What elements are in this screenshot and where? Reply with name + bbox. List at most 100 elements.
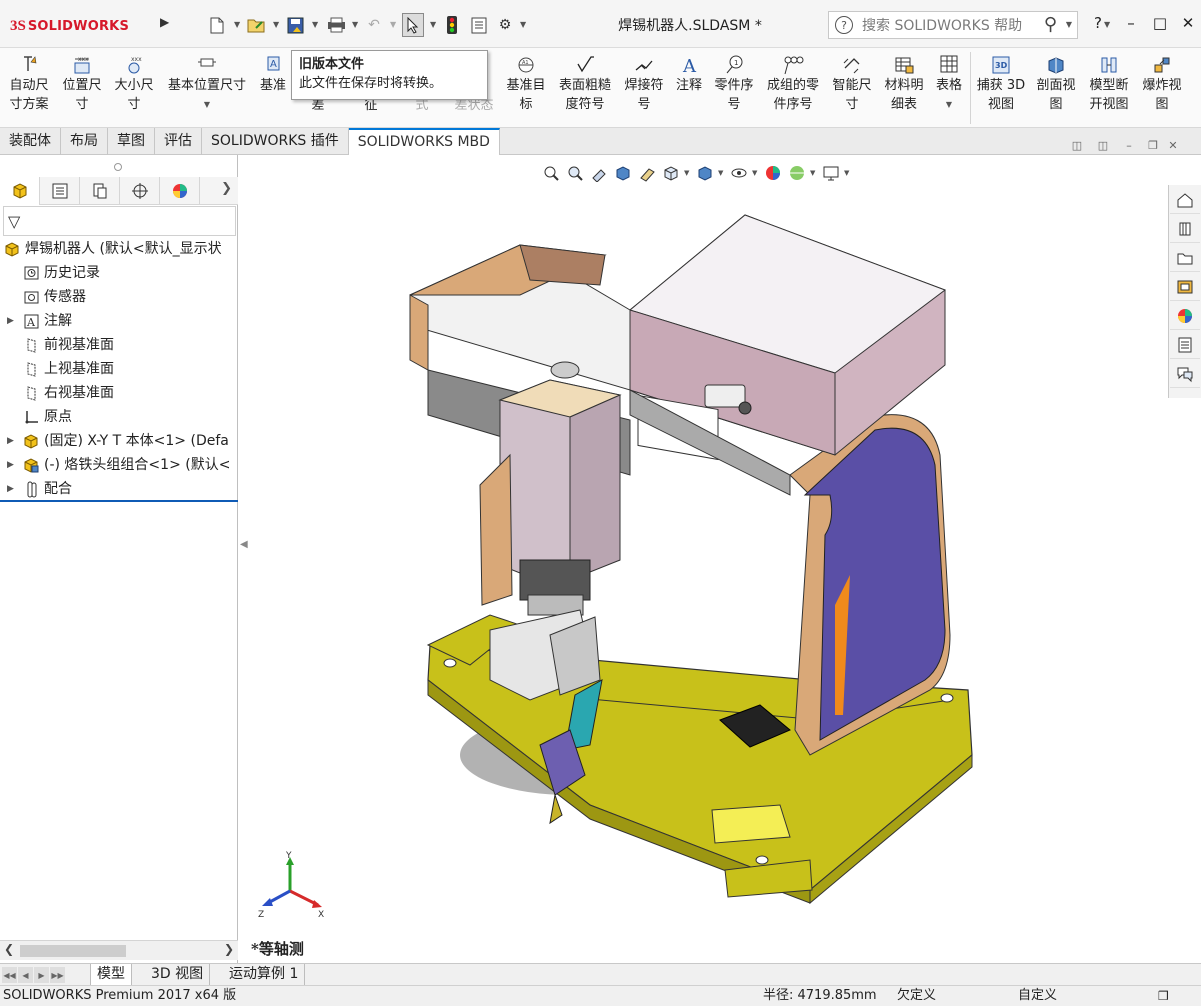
dimxpert-manager-tab-icon[interactable] (120, 177, 160, 205)
display-manager-tab-icon[interactable] (160, 177, 200, 205)
forum-icon[interactable] (1170, 360, 1200, 388)
configuration-manager-tab-icon[interactable] (80, 177, 120, 205)
select-caret-icon[interactable]: ▼ (430, 20, 436, 29)
search-icon[interactable]: ⚲ (1044, 14, 1057, 35)
tab-layout[interactable]: 布局 (61, 128, 108, 155)
tab-3d-views[interactable]: 3D 视图 (145, 964, 211, 986)
section-view-button[interactable]: 剖面视图 (1032, 54, 1080, 124)
filter-icon[interactable]: ▽ (8, 212, 20, 231)
tab-addins[interactable]: SOLIDWORKS 插件 (202, 128, 349, 155)
solder-robot-3d-model[interactable] (250, 155, 1166, 963)
tree-filter-box[interactable]: ▽ (3, 206, 236, 236)
first-tab-icon[interactable]: ◀◀ (2, 967, 17, 983)
tab-mbd[interactable]: SOLIDWORKS MBD (348, 128, 500, 155)
splitter-collapse-icon[interactable]: ◀ (240, 539, 248, 550)
tab-assembly[interactable]: 装配体 (0, 128, 61, 155)
help-search-input[interactable]: 搜索 SOLIDWORKS 帮助 (862, 15, 1022, 35)
model-break-view-button[interactable]: 模型断 开视图 (1084, 54, 1134, 124)
next-tab-icon[interactable]: ▶ (34, 967, 49, 983)
custom-properties-icon[interactable] (1170, 331, 1200, 359)
prev-tab-icon[interactable]: ◀ (18, 967, 33, 983)
appearances-scenes-icon[interactable] (1170, 302, 1200, 330)
expand-chevron-icon[interactable]: ▶ (7, 309, 14, 333)
options-gear-icon[interactable]: ⚙ (495, 14, 515, 36)
exploded-view-button[interactable]: 爆炸视图 (1138, 54, 1186, 124)
tab-model[interactable]: 模型 (90, 964, 132, 986)
tree-item[interactable]: 右视基准面 (0, 381, 238, 405)
help-search-box[interactable]: ? 搜索 SOLIDWORKS 帮助 ⚲ ▼ (828, 11, 1078, 39)
table-caret-icon[interactable]: ▼ (932, 95, 966, 114)
save-caret-icon[interactable]: ▼ (312, 20, 318, 29)
expand-chevron-icon[interactable]: ▶ (7, 429, 14, 453)
solidworks-resources-icon[interactable] (1170, 186, 1200, 214)
scrollbar-thumb[interactable] (20, 945, 126, 957)
options-caret-icon[interactable]: ▼ (520, 20, 526, 29)
minimize-icon[interactable]: – (1120, 14, 1142, 36)
panel-grip-icon[interactable] (114, 163, 122, 171)
file-explorer-icon[interactable] (1170, 244, 1200, 272)
capture-3d-view-button[interactable]: 3D 捕获 3D 视图 (974, 54, 1028, 124)
tree-item[interactable]: ▶ A 注解 (0, 309, 238, 333)
scroll-left-icon[interactable]: ❮ (4, 942, 14, 956)
file-properties-icon[interactable] (469, 14, 489, 36)
new-document-icon[interactable] (208, 14, 226, 36)
panel-splitter[interactable]: ◀ (238, 155, 250, 963)
weld-symbol-button[interactable]: 焊接符号 (620, 54, 668, 124)
viewport-restore-icon[interactable]: ❐ (1146, 139, 1160, 153)
rebuild-traffic-light-icon[interactable] (444, 14, 460, 36)
undo-caret-icon[interactable]: ▼ (390, 20, 396, 29)
bom-button[interactable]: 材料明 细表 (880, 54, 928, 124)
more-tabs-chevron-icon[interactable]: ❯ (221, 181, 232, 196)
tab-evaluate[interactable]: 评估 (155, 128, 202, 155)
note-button[interactable]: A 注释 (672, 54, 706, 124)
tree-item[interactable]: ▶ (固定) X-Y T 本体<1> (Defa (0, 429, 238, 453)
print-caret-icon[interactable]: ▼ (352, 20, 358, 29)
save-icon[interactable] (285, 14, 305, 36)
table-button[interactable]: 表格 ▼ (932, 54, 966, 124)
surface-finish-button[interactable]: 表面粗糙 度符号 (554, 54, 616, 124)
size-dimension-button[interactable]: xxx 大小尺寸 (110, 54, 158, 124)
undo-icon[interactable]: ↶ (364, 14, 384, 36)
new-caret-icon[interactable]: ▼ (234, 20, 240, 29)
tree-horizontal-scrollbar[interactable]: ❮ ❯ (0, 940, 238, 960)
auto-dimension-button[interactable]: 自动尺 寸方案 (4, 54, 54, 124)
viewport-minimize-icon[interactable]: – (1122, 139, 1136, 153)
tree-item[interactable]: 焊锡机器人 (默认<默认_显示状 (0, 237, 238, 261)
design-library-icon[interactable] (1170, 215, 1200, 243)
viewport-split-right-icon[interactable]: ◫ (1096, 139, 1110, 153)
last-tab-icon[interactable]: ▶▶ (50, 967, 65, 983)
close-icon[interactable]: ✕ (1177, 14, 1199, 36)
tree-item[interactable]: ▶ 配合 (0, 477, 238, 501)
viewport-close-icon[interactable]: ✕ (1166, 139, 1180, 153)
menu-expand-icon[interactable]: ▶ (160, 15, 170, 33)
tab-sketch[interactable]: 草图 (108, 128, 155, 155)
tree-item[interactable]: 原点 (0, 405, 238, 429)
location-dimension-button[interactable]: xxx 位置尺寸 (58, 54, 106, 124)
tab-motion-study-1[interactable]: 运动算例 1 (223, 964, 306, 986)
units-custom[interactable]: 自定义 (1018, 986, 1057, 1006)
balloon-button[interactable]: 1 零件序号 (710, 54, 758, 124)
open-caret-icon[interactable]: ▼ (273, 20, 279, 29)
stacked-balloon-button[interactable]: 成组的零 件序号 (762, 54, 824, 124)
scroll-right-icon[interactable]: ❯ (224, 942, 234, 956)
solidworks-logo[interactable]: 3S SOLIDWORKS (10, 10, 156, 42)
tree-item[interactable]: 传感器 (0, 285, 238, 309)
tree-item[interactable]: 历史记录 (0, 261, 238, 285)
viewport-split-left-icon[interactable]: ◫ (1070, 139, 1084, 153)
tree-item[interactable]: 上视基准面 (0, 357, 238, 381)
open-document-icon[interactable] (246, 14, 268, 36)
expand-chevron-icon[interactable]: ▶ (7, 477, 14, 501)
datum-button[interactable]: A 基准 (256, 54, 290, 124)
view-palette-icon[interactable] (1170, 273, 1200, 301)
basic-location-caret-icon[interactable]: ▼ (163, 95, 251, 114)
tree-item[interactable]: ▶ (-) 烙铁头组组合<1> (默认< (0, 453, 238, 477)
expand-chevron-icon[interactable]: ▶ (7, 453, 14, 477)
search-caret-icon[interactable]: ▼ (1066, 20, 1072, 29)
print-icon[interactable] (325, 14, 347, 36)
graphics-area[interactable]: ▼ ▼ ▼ ▼ ▼ ◫ ◫ – ❐ ✕ Y X Z *等轴测 (250, 139, 1178, 963)
basic-location-dimension-button[interactable]: 基本位置尺寸 ▼ (163, 54, 251, 124)
help-caret-icon[interactable]: ▼ (1104, 20, 1110, 29)
tree-item[interactable]: 前视基准面 (0, 333, 238, 357)
select-icon[interactable] (402, 13, 424, 37)
feature-manager-tab-icon[interactable] (0, 177, 40, 205)
